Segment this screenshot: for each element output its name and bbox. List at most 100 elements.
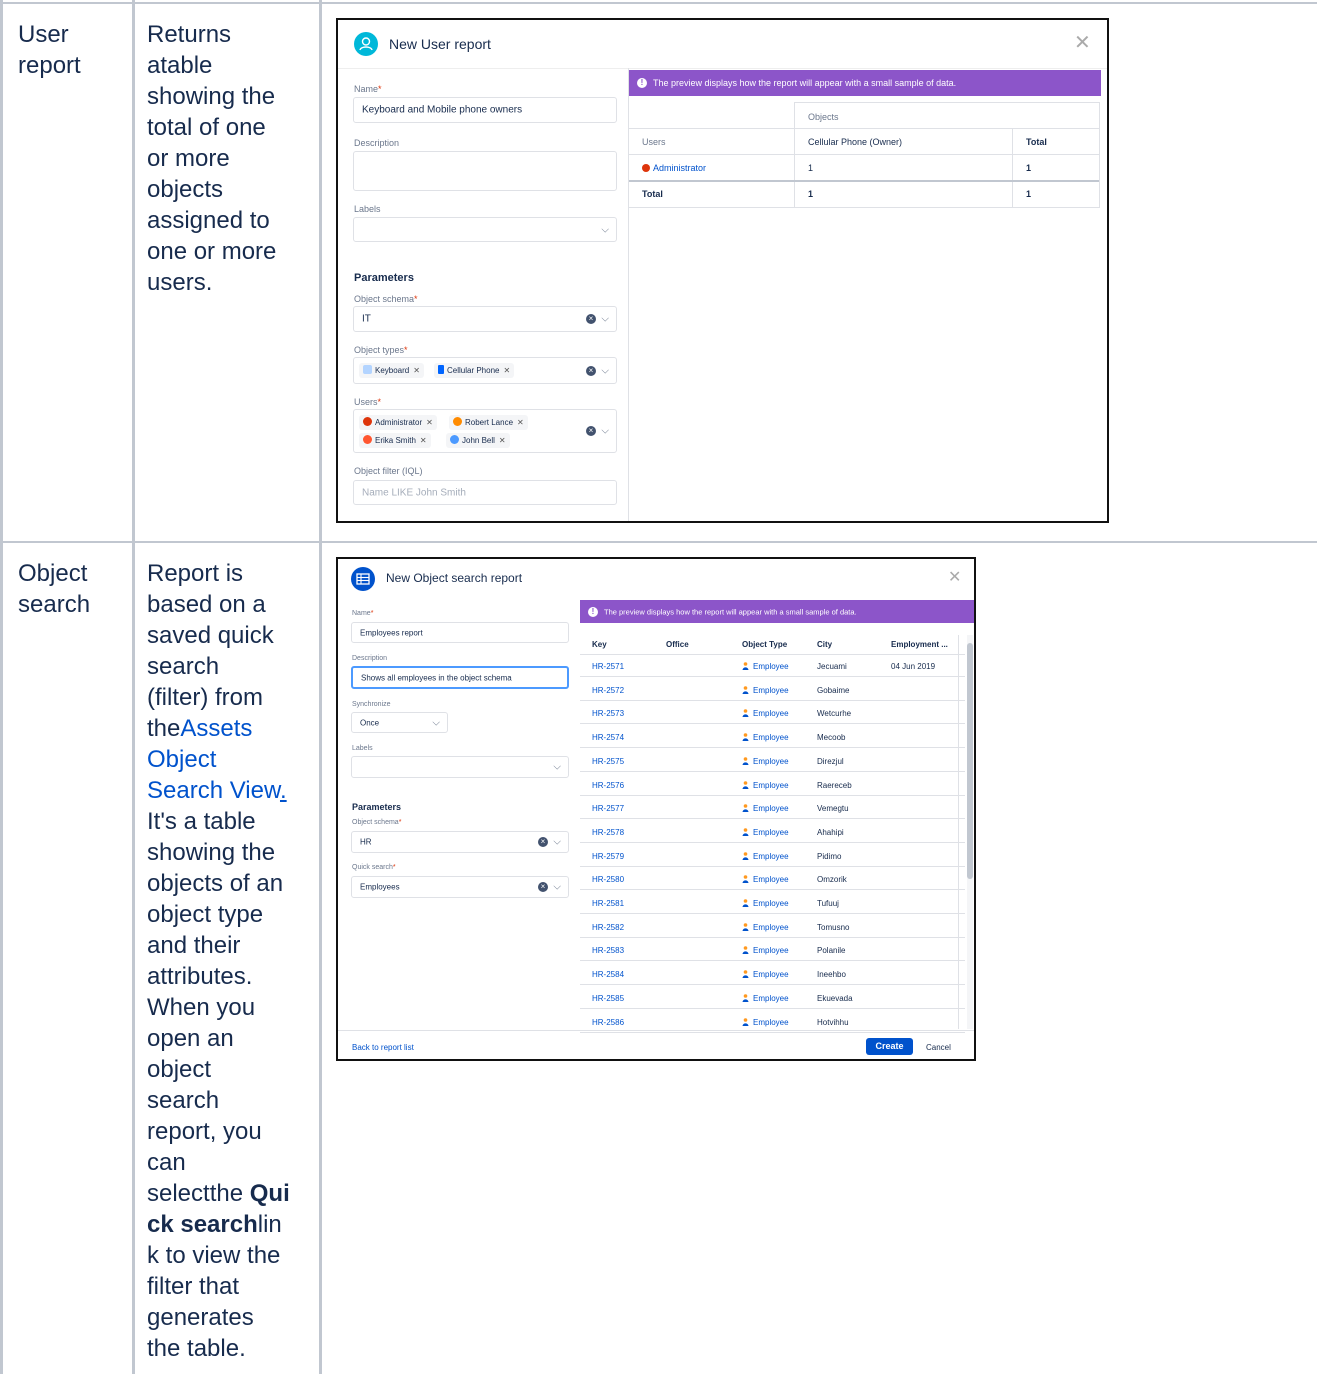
object-type-link[interactable]: Employee	[742, 875, 789, 884]
clear-icon[interactable]: ×	[538, 837, 548, 847]
assets-object-search-view-link[interactable]: Object	[147, 746, 216, 773]
name-input[interactable]: Employees report	[351, 622, 569, 643]
key-link[interactable]: HR-2572	[592, 686, 624, 695]
object-type-link[interactable]: Employee	[742, 970, 789, 979]
key-link[interactable]: HR-2579	[592, 852, 624, 861]
schema-label: Object schema*	[354, 294, 418, 304]
remove-icon[interactable]: ✕	[503, 366, 510, 375]
types-select[interactable]: Keyboard ✕ Cellular Phone ✕ × ⌵	[353, 357, 617, 384]
chevron-down-icon: ⌵	[601, 224, 609, 235]
object-type-link[interactable]: Employee	[742, 1018, 789, 1027]
description-line: the table.	[147, 1335, 246, 1362]
object-type-link[interactable]: Employee	[742, 828, 789, 837]
key-link[interactable]: HR-2573	[592, 709, 624, 718]
remove-icon[interactable]: ✕	[420, 436, 427, 445]
object-type-link[interactable]: Employee	[742, 781, 789, 790]
tag-keyboard: Keyboard ✕	[359, 363, 424, 378]
object-type-link[interactable]: Employee	[742, 662, 789, 671]
quick-select[interactable]: Employees × ⌵	[351, 876, 569, 898]
sync-select[interactable]: Once ⌵	[351, 712, 448, 733]
remove-icon[interactable]: ✕	[413, 366, 420, 375]
clear-icon[interactable]: ×	[538, 882, 548, 892]
chevron-down-icon[interactable]: ⌵	[553, 837, 561, 848]
object-type-link[interactable]: Employee	[742, 946, 789, 955]
chevron-down-icon[interactable]: ⌵	[553, 882, 561, 893]
chevron-down-icon[interactable]: ⌵	[601, 426, 609, 437]
employee-icon	[742, 899, 749, 907]
tag-robert-lance: Robert Lance ✕	[449, 415, 528, 430]
assets-object-search-view-link[interactable]: Assets	[180, 715, 252, 742]
key-link[interactable]: HR-2585	[592, 994, 624, 1003]
assets-object-search-view-link[interactable]: Search View	[147, 777, 280, 804]
object-type-link[interactable]: Employee	[742, 709, 789, 718]
description-line: Returns	[147, 21, 232, 48]
dialog-header: New User report ✕	[338, 20, 1107, 69]
scrollbar[interactable]	[967, 635, 973, 1029]
table-line	[1099, 102, 1100, 208]
key-link[interactable]: HR-2580	[592, 875, 624, 884]
city-cell: Raereceb	[817, 780, 852, 790]
chevron-down-icon[interactable]: ⌵	[601, 365, 609, 376]
name-input[interactable]: Keyboard and Mobile phone owners	[353, 97, 617, 123]
types-label: Object types*	[354, 345, 408, 355]
labels-select[interactable]: ⌵	[351, 756, 569, 778]
parameters-heading: Parameters	[352, 802, 402, 812]
back-to-report-list-link[interactable]: Back to report list	[352, 1043, 414, 1052]
key-link[interactable]: HR-2574	[592, 733, 624, 742]
new-user-report-dialog: New User report ✕ Name* Keyboard and Mob…	[336, 18, 1109, 523]
remove-icon[interactable]: ✕	[499, 436, 506, 445]
key-link[interactable]: HR-2581	[592, 899, 624, 908]
key-link[interactable]: HR-2578	[592, 828, 624, 837]
create-button[interactable]: Create	[866, 1038, 913, 1055]
object-type-link[interactable]: Employee	[742, 686, 789, 695]
new-object-search-report-dialog: New Object search report ✕ Name* Employe…	[336, 557, 976, 1061]
info-icon: !	[637, 78, 647, 88]
clear-icon[interactable]: ×	[586, 365, 596, 376]
key-link[interactable]: HR-2576	[592, 781, 624, 790]
close-icon[interactable]: ✕	[1074, 30, 1091, 55]
description-line: saved quick	[147, 622, 274, 649]
users-label: Users*	[354, 397, 382, 407]
close-icon[interactable]: ✕	[948, 567, 961, 587]
description-textarea[interactable]	[353, 151, 617, 191]
row-divider	[580, 889, 965, 891]
key-link[interactable]: HR-2577	[592, 804, 624, 813]
clear-icon[interactable]: ×	[586, 426, 596, 436]
scrollbar-thumb[interactable]	[967, 643, 973, 879]
labels-select[interactable]: ⌵	[353, 217, 617, 242]
remove-icon[interactable]: ✕	[517, 418, 524, 427]
object-type-link[interactable]: Employee	[742, 852, 789, 861]
tag-cellular-phone: Cellular Phone ✕	[434, 363, 515, 378]
chevron-down-icon[interactable]: ⌵	[601, 314, 609, 325]
key-link[interactable]: HR-2584	[592, 970, 624, 979]
users-select[interactable]: Administrator ✕ Robert Lance ✕ Erika Smith…	[353, 409, 617, 453]
description-line: selectthe Qui	[147, 1180, 290, 1207]
key-link[interactable]: HR-2583	[592, 946, 624, 955]
object-type-link[interactable]: Employee	[742, 733, 789, 742]
schema-select[interactable]: IT × ⌵	[353, 306, 617, 332]
filter-input[interactable]: Name LIKE John Smith	[353, 480, 617, 505]
object-type-link[interactable]: Employee	[742, 757, 789, 766]
column-header: Office	[666, 640, 689, 649]
key-link[interactable]: HR-2575	[592, 757, 624, 766]
table-line	[629, 128, 1099, 129]
cancel-button[interactable]: Cancel	[926, 1043, 951, 1052]
description-value: Shows all employees in the object schema	[361, 673, 512, 682]
description-line: showing the	[147, 83, 276, 110]
clear-icon[interactable]: ×	[586, 314, 596, 324]
description-textarea[interactable]: Shows all employees in the object schema	[351, 666, 569, 689]
remove-icon[interactable]: ✕	[426, 418, 433, 427]
key-link[interactable]: HR-2586	[592, 1018, 624, 1027]
object-type-link[interactable]: Employee	[742, 994, 789, 1003]
object-type-link[interactable]: Employee	[742, 899, 789, 908]
table-line	[794, 102, 795, 208]
key-link[interactable]: HR-2582	[592, 923, 624, 932]
column-divider	[132, 0, 135, 1374]
object-type-link[interactable]: Employee	[742, 804, 789, 813]
schema-select[interactable]: HR × ⌵	[351, 831, 569, 853]
object-type-link[interactable]: Employee	[742, 923, 789, 932]
employee-icon	[742, 662, 749, 670]
row-divider	[580, 1031, 965, 1033]
key-link[interactable]: HR-2571	[592, 662, 624, 671]
administrator-link[interactable]: Administrator	[642, 163, 706, 173]
